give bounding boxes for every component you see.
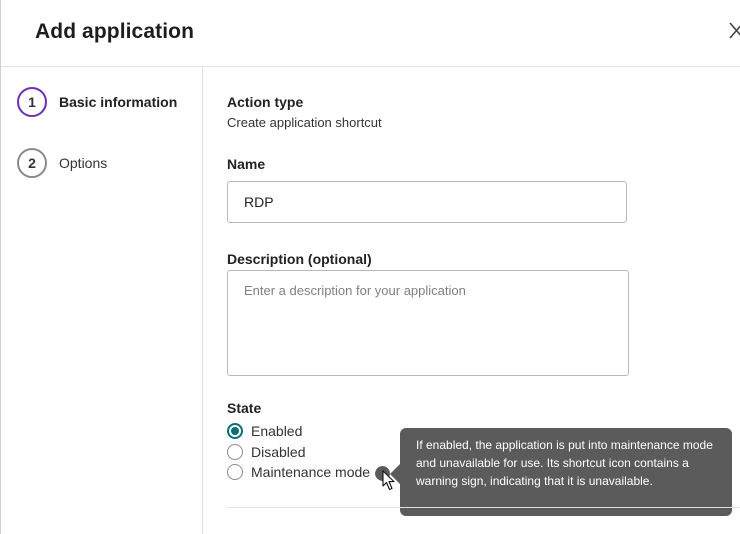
name-label: Name <box>227 156 266 172</box>
step-basic-information[interactable]: 1 Basic information <box>17 87 177 117</box>
radio-label: Enabled <box>251 423 303 439</box>
step-number: 2 <box>17 148 47 178</box>
radio-label: Disabled <box>251 444 306 460</box>
step-options[interactable]: 2 Options <box>17 148 107 178</box>
action-type-value: Create application shortcut <box>227 115 382 130</box>
name-field[interactable] <box>227 181 627 223</box>
divider <box>227 507 740 508</box>
panel-header: Add application <box>1 0 740 67</box>
radio-disabled[interactable]: Disabled <box>227 444 305 460</box>
wizard-steps: 1 Basic information 2 Options <box>1 67 203 534</box>
step-label: Options <box>59 155 108 171</box>
radio-enabled[interactable]: Enabled <box>227 423 302 439</box>
radio-maintenance-mode[interactable]: Maintenance mode <box>227 464 370 480</box>
close-icon[interactable] <box>727 18 740 46</box>
radio-label: Maintenance mode <box>251 464 371 480</box>
description-label: Description (optional) <box>227 251 372 267</box>
action-type-label: Action type <box>227 94 304 110</box>
radio-button[interactable] <box>227 423 243 439</box>
maintenance-mode-tooltip: If enabled, the application is put into … <box>390 428 732 516</box>
radio-button[interactable] <box>227 444 243 460</box>
radio-button[interactable] <box>227 464 243 480</box>
page-title: Add application <box>35 20 194 43</box>
step-label: Basic information <box>59 94 178 110</box>
description-field[interactable] <box>227 270 629 376</box>
state-label: State <box>227 400 262 416</box>
step-number: 1 <box>17 87 47 117</box>
add-application-panel: Add application 1 Basic information 2 Op… <box>0 0 740 534</box>
